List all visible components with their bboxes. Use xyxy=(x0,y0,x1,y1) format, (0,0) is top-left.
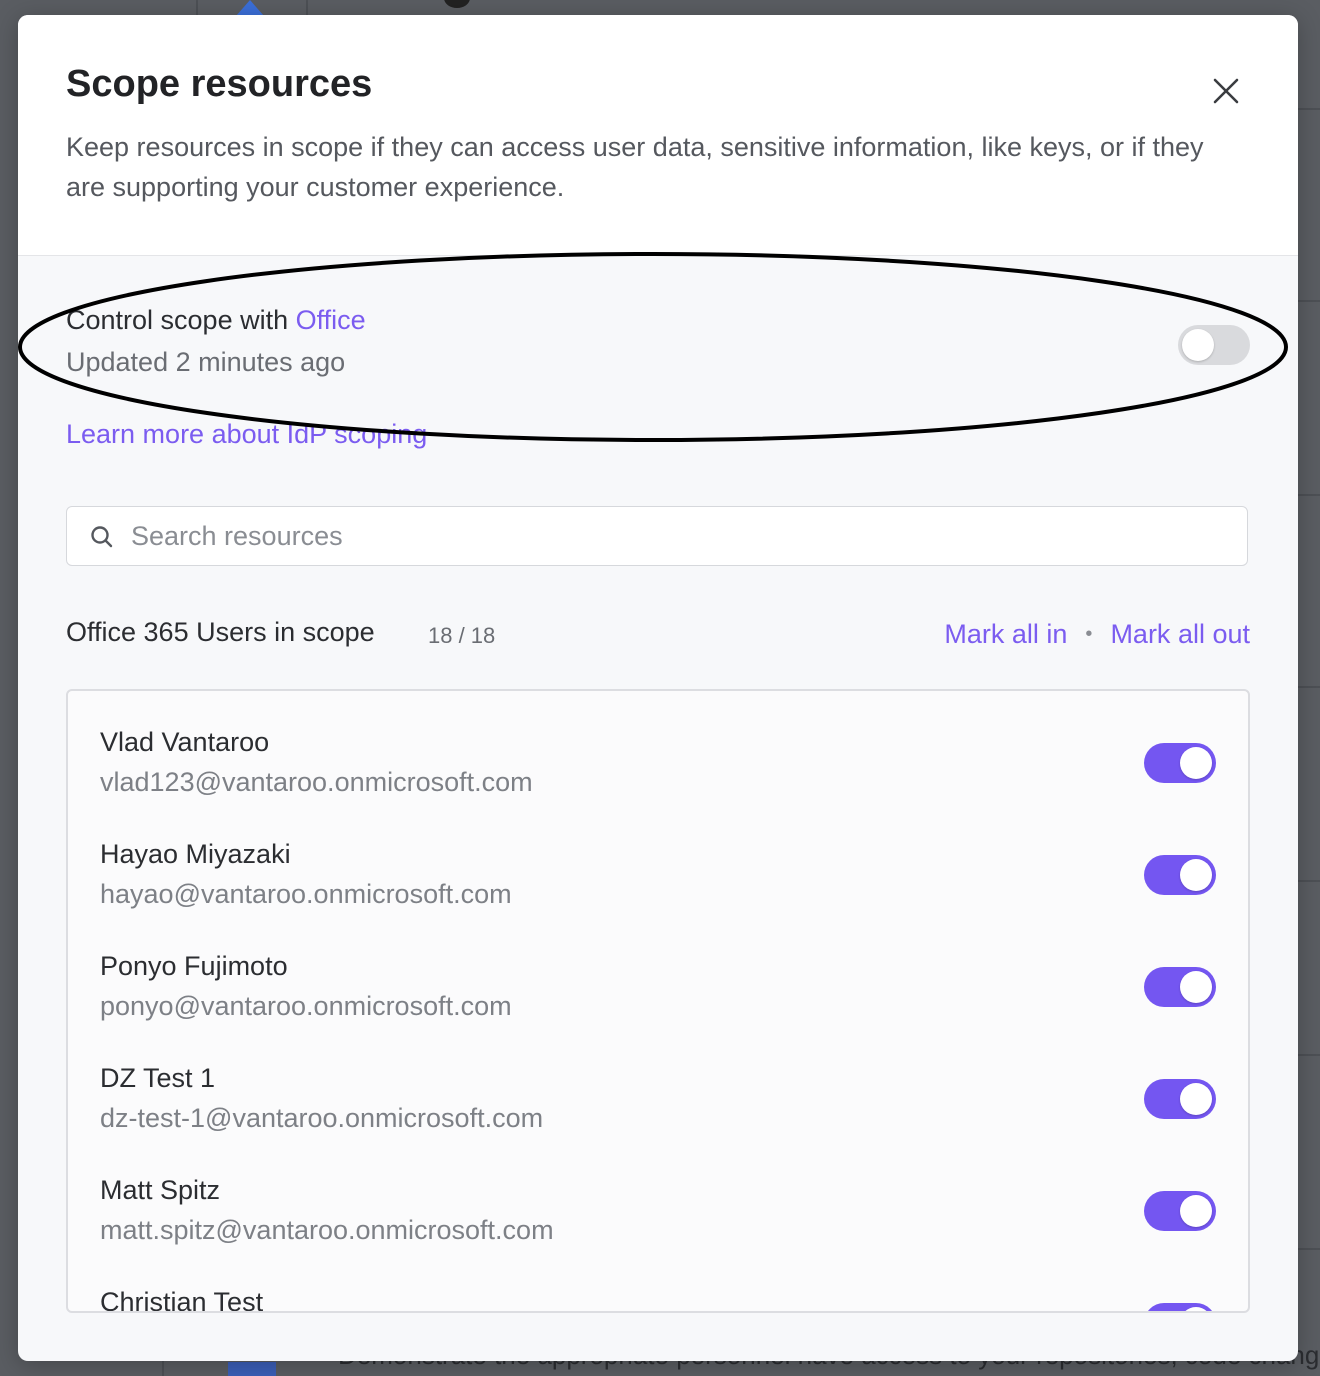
toggle-knob xyxy=(1180,859,1212,891)
mark-all-out-button[interactable]: Mark all out xyxy=(1110,619,1250,650)
modal-title: Scope resources xyxy=(66,63,373,105)
toggle-knob xyxy=(1180,971,1212,1003)
scope-control-label: Control scope with Office xyxy=(66,305,366,336)
user-name: DZ Test 1 xyxy=(100,1063,216,1093)
user-email: hayao@vantaroo.onmicrosoft.com xyxy=(100,879,512,909)
toggle-knob xyxy=(1180,1307,1212,1311)
close-button[interactable] xyxy=(1204,69,1248,113)
search-box[interactable] xyxy=(66,506,1248,566)
learn-more-idp-scoping-link[interactable]: Learn more about IdP scoping xyxy=(66,419,427,450)
toggle-knob xyxy=(1180,747,1212,779)
user-row: Christian Test xyxy=(68,1251,1248,1313)
separator-dot: • xyxy=(1085,623,1093,645)
search-input[interactable] xyxy=(131,507,1231,565)
user-email: vlad123@vantaroo.onmicrosoft.com xyxy=(100,767,533,797)
toggle-knob xyxy=(1180,1083,1212,1115)
user-scope-toggle[interactable] xyxy=(1144,1303,1216,1311)
user-list[interactable]: Vlad Vantaroo vlad123@vantaroo.onmicroso… xyxy=(66,689,1250,1313)
list-heading: Office 365 Users in scope xyxy=(66,617,375,647)
user-scope-toggle[interactable] xyxy=(1144,1191,1216,1231)
background-divider xyxy=(1298,494,1320,496)
background-logo-icon xyxy=(236,0,264,16)
user-name: Matt Spitz xyxy=(100,1175,221,1205)
user-email: dz-test-1@vantaroo.onmicrosoft.com xyxy=(100,1103,544,1133)
background-app-logo xyxy=(228,1362,276,1376)
search-icon xyxy=(91,526,113,548)
user-row: Matt Spitz matt.spitz@vantaroo.onmicroso… xyxy=(68,1139,1248,1251)
background-divider xyxy=(1298,1248,1320,1250)
user-row: Hayao Miyazaki hayao@vantaroo.onmicrosof… xyxy=(68,803,1248,915)
background-avatar xyxy=(444,0,470,8)
modal-description: Keep resources in scope if they can acce… xyxy=(66,132,1204,202)
scope-provider-name: Office xyxy=(295,305,366,335)
background-divider xyxy=(1298,300,1320,302)
background-divider xyxy=(1298,686,1320,688)
mark-all-in-button[interactable]: Mark all in xyxy=(944,619,1067,650)
bulk-actions: Mark all in • Mark all out xyxy=(944,619,1250,650)
user-email: ponyo@vantaroo.onmicrosoft.com xyxy=(100,991,512,1021)
modal-header: Scope resources Keep resources in scope … xyxy=(18,15,1298,256)
list-scope-count: 18 / 18 xyxy=(428,623,496,648)
toggle-knob xyxy=(1180,1195,1212,1227)
user-scope-toggle[interactable] xyxy=(1144,1079,1216,1119)
user-row: Vlad Vantaroo vlad123@vantaroo.onmicroso… xyxy=(68,691,1248,803)
background-divider xyxy=(1298,880,1320,882)
scope-control-label-text: Control scope with xyxy=(66,305,289,335)
toggle-knob xyxy=(1182,329,1214,361)
background-divider xyxy=(1298,1054,1320,1056)
idp-scope-toggle[interactable] xyxy=(1178,325,1250,365)
scope-updated-timestamp: Updated 2 minutes ago xyxy=(66,347,346,377)
idp-scope-control: Control scope with Office Updated 2 minu… xyxy=(66,305,1250,395)
close-icon xyxy=(1213,78,1239,104)
background-divider xyxy=(162,1360,164,1376)
user-name: Christian Test xyxy=(100,1287,264,1313)
user-row: Ponyo Fujimoto ponyo@vantaroo.onmicrosof… xyxy=(68,915,1248,1027)
user-scope-toggle[interactable] xyxy=(1144,967,1216,1007)
scope-resources-modal: Scope resources Keep resources in scope … xyxy=(18,15,1298,1361)
user-email: matt.spitz@vantaroo.onmicrosoft.com xyxy=(100,1215,554,1245)
user-row: DZ Test 1 dz-test-1@vantaroo.onmicrosoft… xyxy=(68,1027,1248,1139)
user-name: Ponyo Fujimoto xyxy=(100,951,288,981)
user-scope-toggle[interactable] xyxy=(1144,743,1216,783)
background-divider xyxy=(1298,108,1320,110)
user-scope-toggle[interactable] xyxy=(1144,855,1216,895)
user-name: Vlad Vantaroo xyxy=(100,727,270,757)
user-name: Hayao Miyazaki xyxy=(100,839,291,869)
